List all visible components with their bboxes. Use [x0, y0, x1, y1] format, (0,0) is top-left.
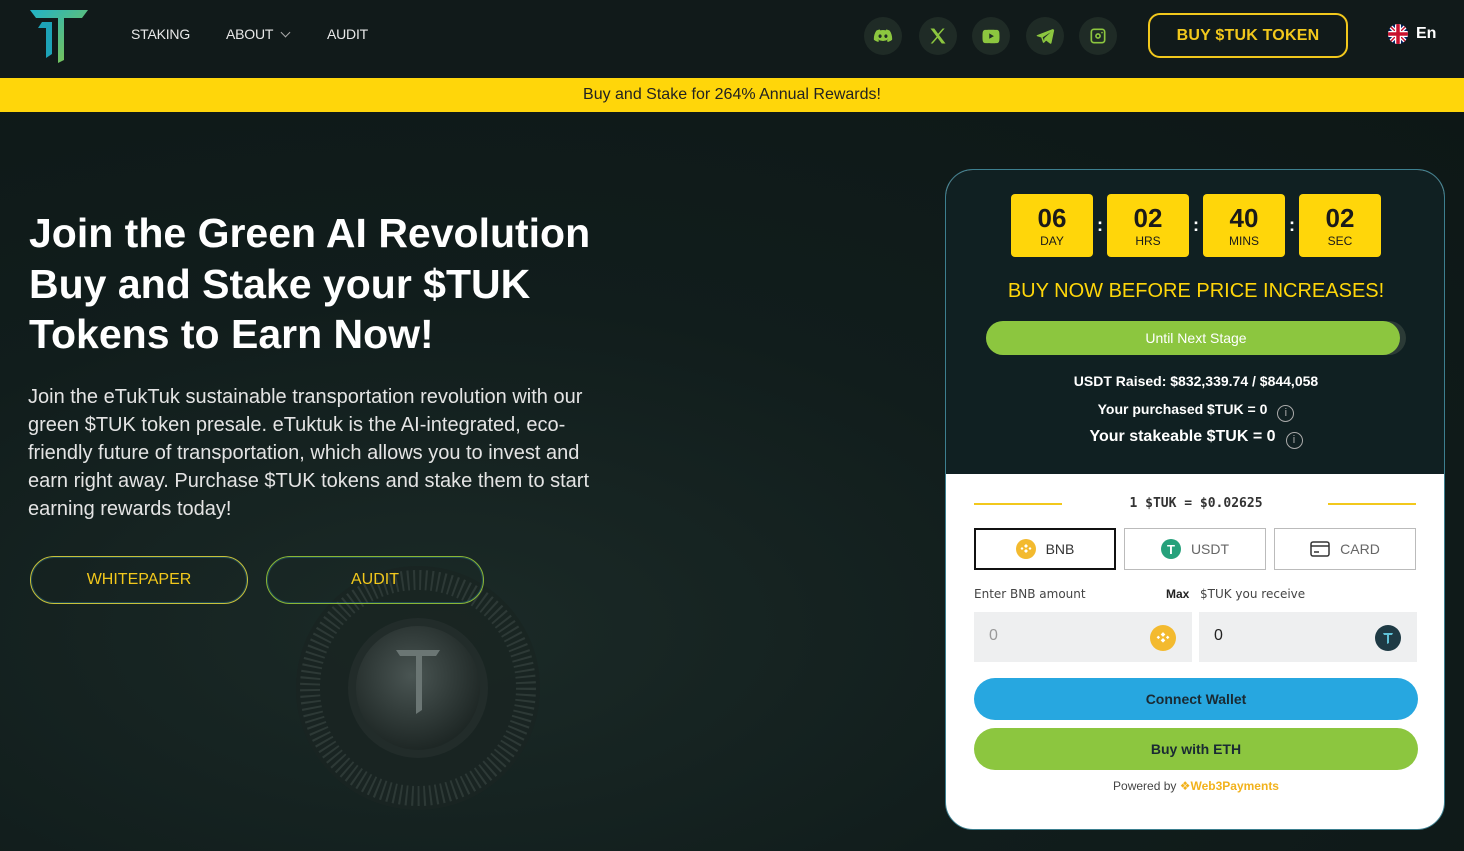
web3payments-link[interactable]: Web3Payments [1191, 779, 1279, 793]
hero-title-line-2: Buy and Stake your $TUK [29, 260, 531, 307]
telegram-icon[interactable] [1026, 17, 1064, 55]
promo-banner-text: Buy and Stake for 264% Annual Rewards! [583, 86, 881, 103]
countdown-seconds-label: SEC [1327, 233, 1353, 248]
bnb-amount-value: 0 [989, 627, 998, 644]
countdown-separator: : [1193, 215, 1199, 235]
nav-audit[interactable]: AUDIT [327, 26, 368, 42]
receive-amount-label: $TUK you receive [1200, 587, 1306, 601]
language-selector[interactable]: En [1388, 24, 1436, 44]
exchange-rate: 1 $TUK = $0.02625 [946, 495, 1444, 513]
max-button[interactable]: Max [1166, 587, 1189, 601]
hero-description: Join the eTukTuk sustainable transportat… [28, 386, 590, 520]
countdown-hours-label: HRS [1135, 233, 1161, 248]
price-increase-headline: BUY NOW BEFORE PRICE INCREASES! [1007, 280, 1385, 302]
connect-wallet-button[interactable]: Connect Wallet [974, 678, 1418, 720]
buy-tuk-token-button[interactable]: BUY $TUK TOKEN [1148, 13, 1348, 58]
tuk-receive-value: 0 [1214, 627, 1223, 644]
discord-icon[interactable] [864, 17, 902, 55]
countdown-timer: 06 DAY : 02 HRS : 40 MINS : 02 SEC [1011, 194, 1381, 257]
language-label: En [1416, 25, 1437, 42]
countdown-separator: : [1097, 215, 1103, 235]
buy-with-eth-button[interactable]: Buy with ETH [974, 728, 1418, 770]
currency-card-label: CARD [1340, 541, 1380, 557]
hero-title-line-3: Tokens to Earn Now! [29, 311, 434, 357]
countdown-seconds: 02 SEC [1299, 194, 1381, 257]
web3payments-icon: ❖ [1179, 779, 1191, 793]
powered-by-text: Powered by [1113, 779, 1177, 793]
usdt-raised: USDT Raised: $832,339.74 / $844,058 [1073, 373, 1319, 389]
stage-progress-bar: Until Next Stage [986, 321, 1406, 355]
hero-title-line-1: Join the Green AI Revolution [29, 210, 591, 256]
countdown-days-value: 06 [1037, 202, 1067, 233]
nav-about[interactable]: ABOUT [226, 26, 291, 42]
countdown-days-label: DAY [1040, 233, 1064, 248]
currency-bnb-label: BNB [1045, 541, 1075, 557]
presale-widget-header: 06 DAY : 02 HRS : 40 MINS : 02 SEC BUY N… [946, 170, 1444, 474]
countdown-hours: 02 HRS [1107, 194, 1189, 257]
bnb-icon [1015, 539, 1036, 559]
divider [1328, 503, 1416, 505]
promo-banner: Buy and Stake for 264% Annual Rewards! [0, 78, 1464, 112]
purchased-tuk-text: Your purchased $TUK = 0 [1097, 401, 1268, 417]
tuk-token-icon [1375, 625, 1401, 651]
countdown-minutes-value: 40 [1229, 202, 1259, 233]
stakeable-tuk-text: Your stakeable $TUK = 0 [1089, 428, 1276, 445]
currency-usdt-label: USDT [1190, 541, 1230, 557]
countdown-minutes-label: MINS [1229, 233, 1259, 248]
countdown-minutes: 40 MINS [1203, 194, 1285, 257]
stage-progress-label: Until Next Stage [1145, 330, 1247, 346]
nav-about-label: ABOUT [226, 26, 274, 42]
countdown-seconds-value: 02 [1325, 202, 1355, 233]
countdown-hours-value: 02 [1133, 202, 1163, 233]
usdt-icon: T [1160, 539, 1181, 559]
youtube-icon[interactable] [972, 17, 1010, 55]
currency-card-button[interactable]: CARD [1274, 528, 1416, 570]
whitepaper-button[interactable]: WHITEPAPER [30, 556, 248, 604]
credit-card-icon [1310, 541, 1330, 557]
purchased-tuk: Your purchased $TUK = 0 i [946, 401, 1444, 422]
audit-button[interactable]: AUDIT [266, 556, 484, 604]
uk-flag-icon [1388, 24, 1408, 44]
chevron-down-icon [280, 27, 291, 38]
powered-by: Powered by ❖Web3Payments [946, 779, 1444, 793]
bnb-amount-input[interactable]: 0 [974, 612, 1192, 662]
presale-widget: 06 DAY : 02 HRS : 40 MINS : 02 SEC BUY N… [945, 169, 1445, 830]
hero-title: Join the Green AI Revolution Buy and Sta… [29, 208, 649, 360]
pay-amount-label: Enter BNB amount [974, 587, 1086, 601]
nav-staking[interactable]: STAKING [131, 26, 190, 42]
tuk-receive-input[interactable]: 0 [1199, 612, 1417, 662]
bnb-icon [1150, 625, 1176, 651]
countdown-days: 06 DAY [1011, 194, 1093, 257]
tuk-logo[interactable] [28, 8, 90, 64]
currency-bnb-button[interactable]: BNB [974, 528, 1116, 570]
top-navbar: STAKING ABOUT AUDIT BUY $TUK TOKEN En [0, 0, 1464, 78]
countdown-separator: : [1289, 215, 1295, 235]
currency-usdt-button[interactable]: T USDT [1124, 528, 1266, 570]
stakeable-tuk: Your stakeable $TUK = 0 i [946, 428, 1444, 449]
info-icon[interactable]: i [1277, 405, 1295, 422]
instagram-icon[interactable] [1079, 17, 1117, 55]
info-icon[interactable]: i [1285, 432, 1303, 449]
x-icon[interactable] [919, 17, 957, 55]
